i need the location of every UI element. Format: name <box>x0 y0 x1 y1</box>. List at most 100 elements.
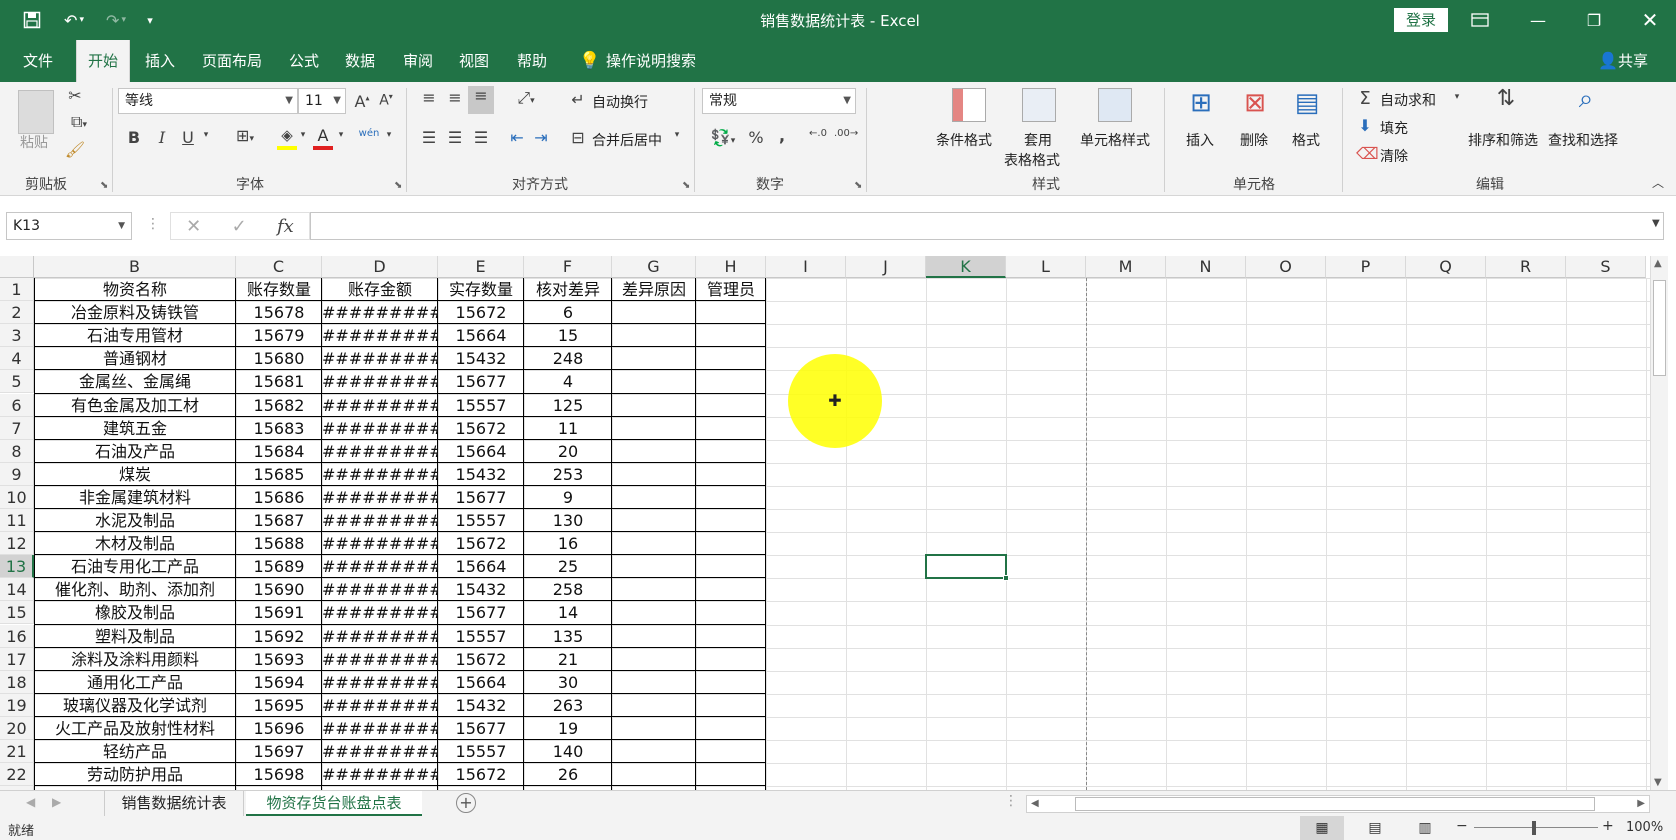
cell-book-amount[interactable]: ######### <box>322 763 438 786</box>
cell-diff[interactable]: 4 <box>524 370 612 393</box>
cell-book-qty[interactable]: 15689 <box>236 555 322 578</box>
row-header[interactable]: 6 <box>0 393 34 417</box>
column-header-r[interactable]: R <box>1486 256 1566 278</box>
cell-actual-qty[interactable]: 15672 <box>438 301 524 324</box>
column-header-p[interactable]: P <box>1326 256 1406 278</box>
header-cell[interactable]: 账存金额 <box>322 278 438 301</box>
merge-center-icon[interactable]: ⊟ <box>568 128 588 147</box>
row-header[interactable]: 9 <box>0 462 34 486</box>
cell-book-amount[interactable]: ######### <box>322 347 438 370</box>
save-icon[interactable] <box>18 0 46 40</box>
cell-item-name[interactable]: 石油及产品 <box>34 440 236 463</box>
decrease-font-icon[interactable]: A▾ <box>376 92 396 109</box>
increase-decimal-icon[interactable]: ←.0 <box>806 128 830 139</box>
tell-me-search[interactable]: 操作说明搜索 <box>606 40 716 82</box>
cell-diff[interactable]: 21 <box>524 648 612 671</box>
font-launcher-icon[interactable]: ⬊ <box>394 180 402 191</box>
borders-icon[interactable]: ⊞▾ <box>228 126 262 145</box>
select-all-corner[interactable] <box>0 256 34 278</box>
column-header-h[interactable]: H <box>696 256 766 278</box>
row-header[interactable]: 3 <box>0 324 34 348</box>
row-header[interactable]: 12 <box>0 532 34 556</box>
cell-book-qty[interactable]: 15698 <box>236 763 322 786</box>
cell-book-amount[interactable]: ######### <box>322 578 438 601</box>
row-header[interactable]: 14 <box>0 578 34 602</box>
column-header-q[interactable]: Q <box>1406 256 1486 278</box>
font-color-icon[interactable]: A <box>312 126 334 150</box>
cell-book-qty[interactable]: 15679 <box>236 324 322 347</box>
cell-diff[interactable]: 25 <box>524 555 612 578</box>
cell-book-amount[interactable]: ######### <box>322 555 438 578</box>
row-header[interactable]: 8 <box>0 439 34 463</box>
clear-button[interactable]: 清除 <box>1380 146 1408 166</box>
chevron-down-icon[interactable]: ▾ <box>384 130 394 140</box>
cell-item-name[interactable]: 催化剂、助剂、添加剂 <box>34 578 236 601</box>
delete-cells-icon[interactable]: ⊠ <box>1238 88 1272 118</box>
cell-item-name[interactable]: 通用化工产品 <box>34 671 236 694</box>
cell-book-qty[interactable]: 15696 <box>236 717 322 740</box>
horizontal-scroll-thumb[interactable] <box>1075 797 1595 811</box>
cell-book-qty[interactable]: 15686 <box>236 486 322 509</box>
cell-book-amount[interactable]: ######### <box>322 394 438 417</box>
share-button[interactable]: 共享 <box>1618 40 1658 82</box>
cell-book-amount[interactable]: ######### <box>322 671 438 694</box>
find-select-button[interactable]: 查找和选择 <box>1548 130 1618 150</box>
cell-book-qty[interactable]: 15688 <box>236 532 322 555</box>
zoom-slider-thumb[interactable] <box>1532 821 1536 835</box>
header-cell[interactable]: 实存数量 <box>438 278 524 301</box>
cell-diff[interactable]: 125 <box>524 394 612 417</box>
spreadsheet-grid[interactable]: BCDEFGHIJKLMNOPQRS 1 2 3 4 5 6 7 8 9 10 11 12 13 14 15… <box>0 256 1676 790</box>
percent-button[interactable]: % <box>746 128 766 147</box>
column-header-k[interactable]: K <box>926 256 1006 278</box>
chevron-down-icon[interactable]: ▾ <box>200 130 212 140</box>
column-header-n[interactable]: N <box>1166 256 1246 278</box>
cell-book-amount[interactable]: ######### <box>322 648 438 671</box>
column-header-f[interactable]: F <box>524 256 612 278</box>
fill-handle[interactable] <box>1003 575 1009 581</box>
conditional-format-button[interactable]: 条件格式 <box>936 130 992 150</box>
minimize-icon[interactable]: — <box>1518 0 1558 40</box>
accounting-format-icon[interactable]: 💱▾ <box>706 128 740 147</box>
cell-item-name[interactable]: 普通钢材 <box>34 347 236 370</box>
tab-file[interactable]: 文件 <box>14 40 62 82</box>
column-header-b[interactable]: B <box>34 256 236 278</box>
cell-diff[interactable]: 248 <box>524 347 612 370</box>
row-header[interactable]: 13 <box>0 555 34 579</box>
cell-diff[interactable]: 19 <box>524 717 612 740</box>
tab-insert[interactable]: 插入 <box>136 40 184 82</box>
increase-indent-icon[interactable]: ⇥ <box>530 128 552 147</box>
cell-diff[interactable]: 11 <box>524 417 612 440</box>
cell-book-amount[interactable]: ######### <box>322 532 438 555</box>
cell-diff[interactable]: 14 <box>524 601 612 624</box>
chevron-down-icon[interactable]: ▾ <box>1452 92 1462 102</box>
cell-book-amount[interactable]: ######### <box>322 625 438 648</box>
cell-styles-icon[interactable] <box>1098 88 1132 122</box>
merge-center-button[interactable]: 合并后居中 <box>592 130 662 150</box>
scroll-up-icon[interactable]: ▲ <box>1654 258 1662 269</box>
format-as-table-icon[interactable] <box>1022 88 1056 122</box>
tab-page-layout[interactable]: 页面布局 <box>196 40 268 82</box>
row-header[interactable]: 19 <box>0 693 34 717</box>
cell-book-qty[interactable]: 15681 <box>236 370 322 393</box>
header-cell[interactable]: 差异原因 <box>612 278 696 301</box>
restore-icon[interactable]: ❐ <box>1574 0 1614 40</box>
cell-diff[interactable]: 135 <box>524 625 612 648</box>
cell-diff[interactable]: 30 <box>524 671 612 694</box>
enter-icon[interactable]: ✓ <box>232 216 247 237</box>
header-cell[interactable]: 账存数量 <box>236 278 322 301</box>
cell-book-amount[interactable]: ######### <box>322 486 438 509</box>
cell-book-amount[interactable]: ######### <box>322 740 438 763</box>
decrease-decimal-icon[interactable]: .00→ <box>834 128 858 139</box>
cell-diff[interactable]: 130 <box>524 509 612 532</box>
row-header[interactable]: 2 <box>0 301 34 325</box>
prev-sheet-icon[interactable]: ◀ <box>26 795 35 809</box>
cell-styles-button[interactable]: 单元格样式 <box>1080 130 1150 150</box>
cell-item-name[interactable]: 非金属建筑材料 <box>34 486 236 509</box>
cell-item-name[interactable]: 轻纺产品 <box>34 740 236 763</box>
cell-item-name[interactable]: 建筑五金 <box>34 417 236 440</box>
chevron-down-icon[interactable]: ▾ <box>672 130 682 140</box>
cell-diff[interactable]: 20 <box>524 440 612 463</box>
cell-diff[interactable]: 9 <box>524 486 612 509</box>
row-header[interactable]: 16 <box>0 624 34 648</box>
cell-actual-qty[interactable]: 15664 <box>438 671 524 694</box>
